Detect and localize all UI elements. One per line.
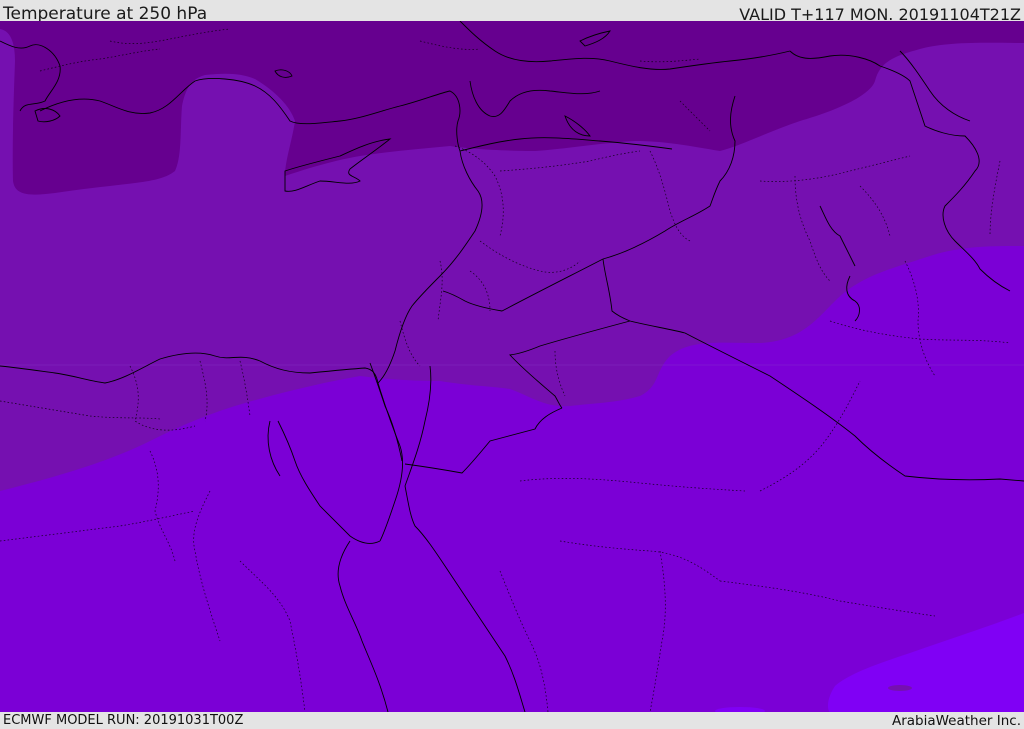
model-run-label: ECMWF MODEL RUN: 20191031T00Z bbox=[3, 713, 244, 728]
map-canvas bbox=[0, 21, 1024, 712]
brand-label: ArabiaWeather Inc. bbox=[891, 713, 1021, 729]
header-bar: Temperature at 250 hPa VALID T+117 MON. … bbox=[0, 0, 1024, 24]
temperature-band-warm bbox=[888, 685, 912, 691]
weather-map bbox=[0, 21, 1024, 712]
footer-bar: ECMWF MODEL RUN: 20191031T00Z ArabiaWeat… bbox=[0, 712, 1024, 729]
map-frame: Temperature at 250 hPa VALID T+117 MON. … bbox=[0, 0, 1024, 729]
